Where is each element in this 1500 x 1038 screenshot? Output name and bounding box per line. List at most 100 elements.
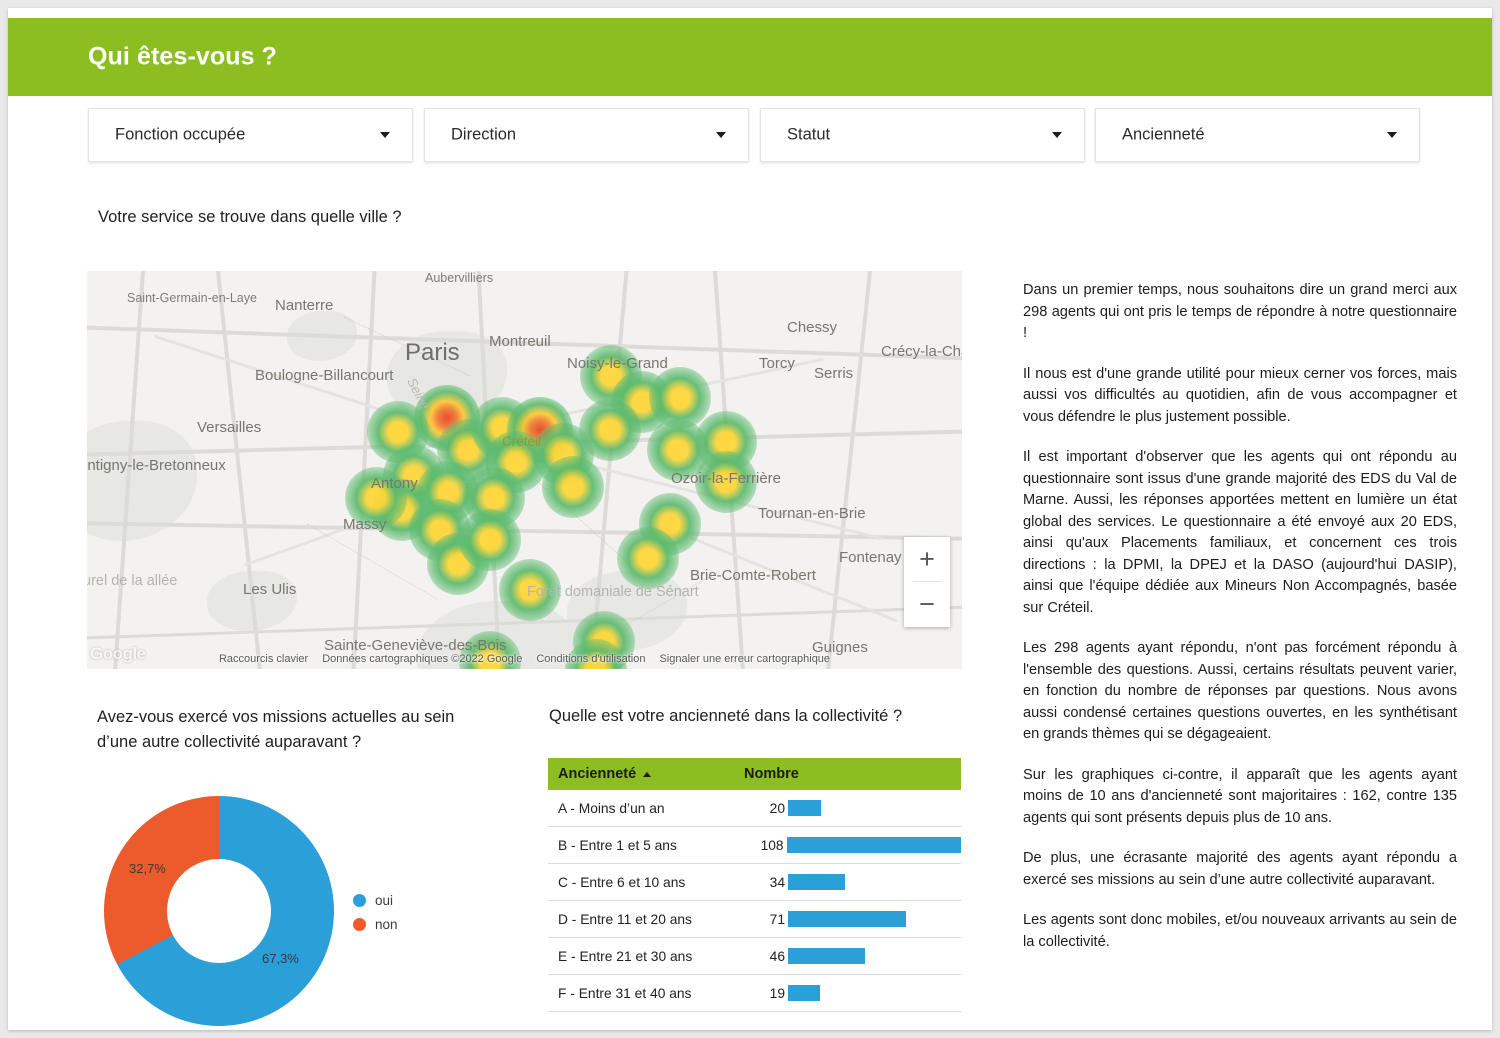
filter-label: Ancienneté <box>1122 125 1205 144</box>
filter-label: Statut <box>787 125 831 144</box>
value-bar <box>788 800 822 816</box>
value-bar <box>786 837 961 853</box>
filter-fonction-occupee[interactable]: Fonction occupée <box>88 108 413 162</box>
map-label: Forêt domaniale de Sénart <box>527 584 699 600</box>
map-label: Créteil <box>502 434 542 449</box>
column-header-nombre[interactable]: Nombre <box>740 766 799 782</box>
donut-chart[interactable]: 32,7% 67,3% <box>104 796 334 1030</box>
keyboard-shortcuts-link[interactable]: Raccourcis clavier <box>219 653 308 665</box>
map-label: Torcy <box>759 355 795 372</box>
donut-ring <box>104 796 334 1026</box>
table-row[interactable]: C - Entre 6 et 10 ans 34 <box>548 864 961 901</box>
map-label: Massy <box>343 516 387 533</box>
map-label: Tournan-en-Brie <box>758 505 866 522</box>
heat-blob <box>617 527 679 589</box>
paragraph: Il est important d'observer que les agen… <box>1023 449 1457 616</box>
column-header-label: Ancienneté <box>558 766 637 782</box>
page-header: Qui êtes-vous ? <box>8 18 1492 96</box>
filter-label: Direction <box>451 125 517 144</box>
map-label: Boulogne-Billancourt <box>255 367 394 384</box>
cell-anciennete: F - Entre 31 et 40 ans <box>558 985 692 1001</box>
filter-direction[interactable]: Direction <box>424 108 749 162</box>
map-label: Antony <box>371 475 418 492</box>
paragraph: De plus, une écrasante majorité des agen… <box>1023 850 1457 888</box>
table-question-label: Quelle est votre ancienneté dans la coll… <box>549 707 903 725</box>
legend-label: oui <box>375 892 394 908</box>
donut-slice-label-oui: 67,3% <box>262 951 299 966</box>
value-bar <box>788 985 820 1001</box>
legend-swatch-non <box>353 917 366 931</box>
map-label: ontigny-le-Bretonneux <box>87 457 226 474</box>
map-label: Chessy <box>787 319 838 336</box>
cell-anciennete: B - Entre 1 et 5 ans <box>558 837 677 853</box>
map-attribution: Raccourcis clavier Données cartographiqu… <box>87 651 962 667</box>
table-header-row: Ancienneté Nombre <box>548 758 961 790</box>
donut-slice-label-non: 32,7% <box>129 861 166 876</box>
table-row[interactable]: E - Entre 21 et 30 ans 46 <box>548 938 961 975</box>
legend-swatch-oui <box>353 893 366 907</box>
cell-value: 20 <box>769 800 785 816</box>
map-label: turel de la allée <box>87 573 178 589</box>
cell-value: 108 <box>760 837 784 853</box>
filter-bar: Fonction occupée Direction Statut Ancien… <box>88 108 1428 162</box>
zoom-out-button[interactable]: − <box>904 582 950 626</box>
map-label: Brie-Comte-Robert <box>690 567 816 584</box>
legend-label: non <box>375 916 398 932</box>
chevron-down-icon <box>1387 132 1397 138</box>
cell-nombre: 19 <box>740 985 961 1001</box>
map-label: Ozoir-la-Ferrière <box>671 470 782 487</box>
legend-item-oui[interactable]: oui <box>353 888 398 912</box>
filter-anciennete[interactable]: Ancienneté <box>1095 108 1420 162</box>
cell-nombre: 34 <box>740 874 961 890</box>
map-zoom-controls[interactable]: + − <box>904 537 950 627</box>
value-bar <box>788 874 845 890</box>
cell-value: 19 <box>769 985 785 1001</box>
table-row[interactable]: F - Entre 31 et 40 ans 19 <box>548 975 961 1012</box>
paragraph: Sur les graphiques ci-contre, il apparaî… <box>1023 766 1457 826</box>
filter-label: Fonction occupée <box>115 125 246 144</box>
legend-item-non[interactable]: non <box>353 912 398 936</box>
city-heatmap-map[interactable]: Aubervilliers Saint-Germain-en-Laye Nant… <box>87 271 962 669</box>
table-row[interactable]: A - Moins d’un an 20 <box>548 790 961 827</box>
zoom-in-button[interactable]: + <box>904 537 950 581</box>
heat-blob <box>459 509 521 571</box>
commentary-panel: Dans un premier temps, nous souhaitons d… <box>1023 280 1457 953</box>
map-label: Noisy-le-Grand <box>567 355 668 372</box>
cell-anciennete: C - Entre 6 et 10 ans <box>558 874 686 890</box>
map-label: Saint-Germain-en-Laye <box>127 291 257 305</box>
donut-question-label: Avez-vous exercé vos missions actuelles … <box>97 708 455 751</box>
donut-legend: oui non <box>353 888 398 936</box>
table-row[interactable]: B - Entre 1 et 5 ans 108 <box>548 827 961 864</box>
report-error-link[interactable]: Signaler une erreur cartographique <box>659 653 830 665</box>
map-label: Montreuil <box>489 333 551 350</box>
heat-blob <box>542 456 604 518</box>
cell-nombre: 71 <box>740 911 961 927</box>
cell-anciennete: D - Entre 11 et 20 ans <box>558 911 692 927</box>
map-label: Nanterre <box>275 297 334 314</box>
cell-nombre: 108 <box>740 837 961 853</box>
dashboard-page: Qui êtes-vous ? Fonction occupée Directi… <box>8 8 1492 1030</box>
column-header-anciennete[interactable]: Ancienneté <box>548 766 740 782</box>
cell-value: 46 <box>769 948 785 964</box>
donut-hole <box>167 859 271 963</box>
filter-statut[interactable]: Statut <box>760 108 1085 162</box>
map-data-credit: Données cartographiques ©2022 Google <box>322 653 523 665</box>
table-row[interactable]: D - Entre 11 et 20 ans 71 <box>548 901 961 938</box>
chevron-down-icon <box>380 132 390 138</box>
map-label: Paris <box>405 339 460 366</box>
map-label: Serris <box>814 365 854 382</box>
map-label: Versailles <box>197 419 262 436</box>
cell-nombre: 46 <box>740 948 961 964</box>
map-label: Crécy-la-Cha <box>881 343 962 360</box>
cell-anciennete: E - Entre 21 et 30 ans <box>558 948 693 964</box>
anciennete-table: Ancienneté Nombre A - Moins d’un an 20 B -… <box>548 758 961 1012</box>
cell-nombre: 20 <box>740 800 961 816</box>
paragraph: Dans un premier temps, nous souhaitons d… <box>1023 282 1457 341</box>
map-label: Les Ulis <box>243 581 297 598</box>
terms-link[interactable]: Conditions d'utilisation <box>536 653 645 665</box>
chevron-down-icon <box>716 132 726 138</box>
cell-value: 34 <box>769 874 785 890</box>
paragraph: Les agents sont donc mobiles, et/ou nouv… <box>1023 912 1457 950</box>
value-bar <box>788 948 865 964</box>
map-label: Aubervilliers <box>425 271 494 285</box>
